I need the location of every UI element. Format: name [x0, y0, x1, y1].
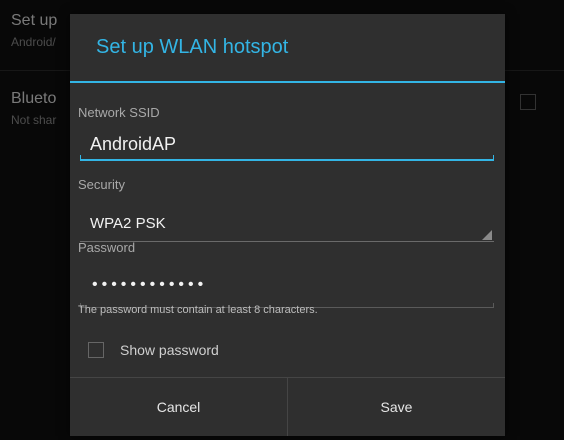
show-password-checkbox[interactable] [88, 342, 104, 358]
ssid-label: Network SSID [78, 105, 160, 120]
password-hint: The password must contain at least 8 cha… [78, 304, 318, 316]
security-spinner[interactable]: WPA2 PSK [80, 204, 494, 242]
spinner-underline [80, 241, 494, 242]
save-button[interactable]: Save [288, 378, 505, 436]
show-password-row[interactable]: Show password [88, 340, 288, 362]
ssid-input[interactable]: AndroidAP [80, 127, 494, 161]
title-divider [70, 81, 505, 83]
show-password-label: Show password [120, 342, 219, 358]
security-label: Security [78, 177, 125, 192]
password-input[interactable]: •••••••••••• [80, 268, 494, 308]
dropdown-triangle-icon [482, 230, 492, 240]
ssid-value: AndroidAP [90, 134, 177, 154]
security-value: WPA2 PSK [90, 215, 166, 232]
wlan-hotspot-dialog: Set up WLAN hotspot Network SSID Android… [70, 14, 505, 436]
password-label: Password [78, 240, 136, 255]
cancel-button[interactable]: Cancel [70, 378, 287, 436]
ssid-focus-underline [80, 155, 494, 161]
password-masked-value: •••••••••••• [92, 276, 208, 293]
dialog-title: Set up WLAN hotspot [96, 36, 289, 58]
dialog-button-bar: Cancel Save [70, 377, 505, 436]
